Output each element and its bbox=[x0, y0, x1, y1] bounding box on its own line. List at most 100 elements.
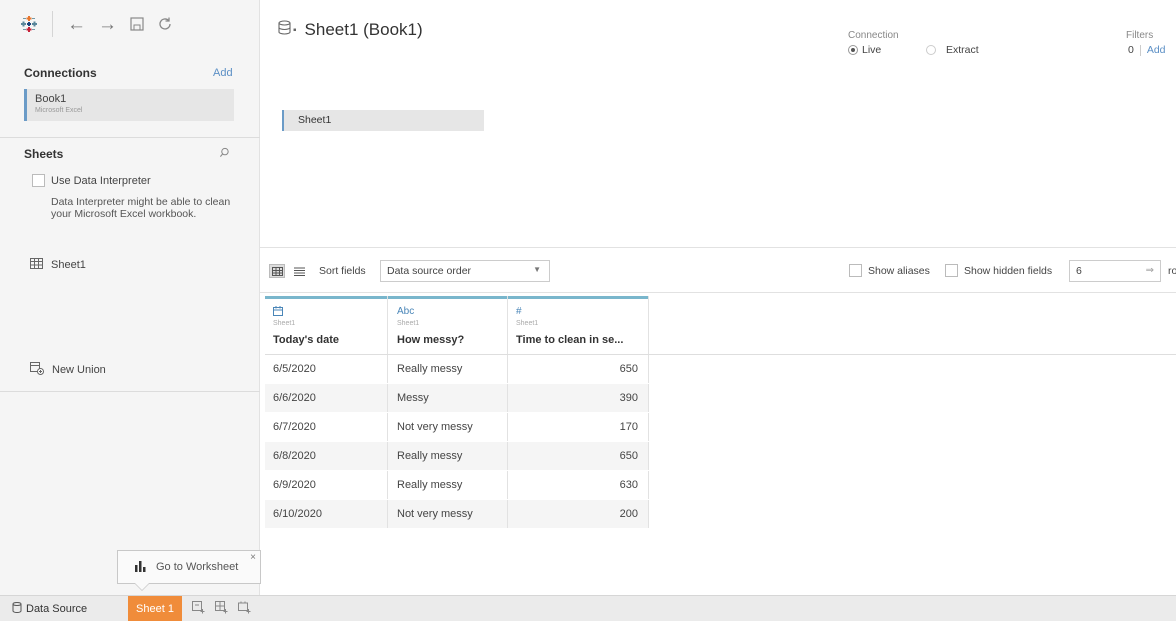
column-source: Sheet1 bbox=[516, 320, 539, 327]
table-cell[interactable]: 200 bbox=[508, 500, 649, 528]
toolbar-separator bbox=[52, 11, 53, 37]
table-cell[interactable]: 170 bbox=[508, 413, 649, 441]
tableau-logo-icon[interactable] bbox=[20, 15, 38, 33]
grid-view-button[interactable] bbox=[269, 264, 285, 278]
data-source-title[interactable]: ▪ Sheet1 (Book1) bbox=[278, 20, 423, 40]
table-cell[interactable]: Really messy bbox=[388, 355, 508, 383]
number-type-icon[interactable]: # bbox=[516, 306, 522, 317]
column-header-bar bbox=[265, 296, 387, 299]
top-toolbar: ← → bbox=[0, 0, 260, 48]
close-icon[interactable]: × bbox=[250, 552, 256, 563]
table-cell[interactable]: 390 bbox=[508, 384, 649, 412]
refresh-icon[interactable] bbox=[157, 16, 173, 32]
table-cell[interactable]: Not very messy bbox=[388, 500, 508, 528]
back-arrow-icon[interactable]: ← bbox=[67, 15, 86, 34]
table-cell[interactable]: Really messy bbox=[388, 471, 508, 499]
connection-type: Microsoft Excel bbox=[35, 107, 83, 114]
connection-label: Connection bbox=[848, 30, 899, 41]
data-interpreter-checkbox[interactable] bbox=[32, 174, 45, 187]
table-row: 6/6/2020 Messy 390 bbox=[265, 384, 649, 412]
table-icon bbox=[30, 258, 43, 272]
show-aliases-checkbox[interactable] bbox=[849, 264, 862, 277]
live-label: Live bbox=[862, 44, 882, 56]
save-icon[interactable] bbox=[129, 16, 145, 32]
sheet-list-item-sheet1[interactable]: Sheet1 bbox=[30, 258, 86, 272]
column-name: Time to clean in se... bbox=[516, 334, 624, 346]
filters-value: 0 Add bbox=[1128, 44, 1166, 56]
radio-selected-icon bbox=[848, 45, 858, 55]
search-sheets-icon[interactable] bbox=[219, 147, 230, 161]
database-icon bbox=[278, 20, 291, 40]
sort-fields-value: Data source order bbox=[387, 265, 472, 277]
table-cell[interactable]: 650 bbox=[508, 442, 649, 470]
arrow-right-icon[interactable]: ⇒ bbox=[1146, 265, 1154, 276]
column-name: How messy? bbox=[397, 334, 465, 346]
calendar-icon[interactable] bbox=[273, 306, 283, 319]
table-cell[interactable]: 6/6/2020 bbox=[265, 384, 388, 412]
column-header-time-to-clean[interactable]: # Sheet1 Time to clean in se... bbox=[508, 296, 649, 354]
sort-fields-select[interactable]: Data source order ▼ bbox=[380, 260, 550, 282]
column-name: Today's date bbox=[273, 334, 339, 346]
table-cell[interactable]: 630 bbox=[508, 471, 649, 499]
sheets-heading: Sheets bbox=[24, 147, 64, 161]
filters-count: 0 bbox=[1128, 44, 1134, 56]
new-dashboard-icon[interactable] bbox=[215, 601, 228, 617]
column-header-bar bbox=[388, 296, 507, 299]
column-source: Sheet1 bbox=[397, 320, 420, 327]
canvas-sheet-sheet1[interactable]: Sheet1 bbox=[282, 110, 484, 131]
table-cell[interactable]: 6/8/2020 bbox=[265, 442, 388, 470]
tab-data-source-label: Data Source bbox=[26, 603, 88, 615]
abc-type-icon[interactable]: Abc bbox=[397, 306, 414, 317]
forward-arrow-icon[interactable]: → bbox=[98, 15, 117, 34]
connection-name: Book1 bbox=[35, 93, 67, 105]
tab-sheet1[interactable]: Sheet 1 bbox=[128, 596, 182, 621]
column-source: Sheet1 bbox=[273, 320, 296, 327]
sort-fields-label: Sort fields bbox=[319, 265, 366, 277]
rows-input[interactable]: 6 ⇒ bbox=[1069, 260, 1161, 282]
table-cell[interactable]: Messy bbox=[388, 384, 508, 412]
table-cell[interactable]: 6/9/2020 bbox=[265, 471, 388, 499]
tab-data-source[interactable]: Data Source bbox=[12, 602, 87, 616]
grid-toolbar: Sort fields Data source order ▼ Show ali… bbox=[260, 247, 1176, 293]
tooltip-text: Go to Worksheet bbox=[156, 561, 239, 573]
chevron-down-icon[interactable]: ▪ bbox=[293, 25, 297, 36]
live-radio[interactable]: Live bbox=[848, 44, 881, 56]
page-title: Sheet1 (Book1) bbox=[304, 20, 423, 39]
radio-unselected-icon bbox=[926, 45, 936, 55]
rows-label: rows bbox=[1168, 265, 1176, 277]
table-cell[interactable]: Not very messy bbox=[388, 413, 508, 441]
sheet-list-item-label: Sheet1 bbox=[51, 259, 86, 271]
connections-heading: Connections bbox=[24, 66, 97, 80]
column-header-bar bbox=[508, 296, 648, 299]
column-header-how-messy[interactable]: Abc Sheet1 How messy? bbox=[388, 296, 508, 354]
filters-divider bbox=[1139, 44, 1141, 56]
table-cell[interactable]: 6/7/2020 bbox=[265, 413, 388, 441]
left-panel: ← → Connections Add Book1 Microsoft Exce… bbox=[0, 0, 260, 595]
table-row: 6/10/2020 Not very messy 200 bbox=[265, 500, 649, 528]
table-cell[interactable]: 6/10/2020 bbox=[265, 500, 388, 528]
extract-label: Extract bbox=[946, 44, 979, 56]
show-hidden-fields-checkbox[interactable] bbox=[945, 264, 958, 277]
show-hidden-fields-label: Show hidden fields bbox=[964, 265, 1053, 277]
connection-item-book1[interactable]: Book1 Microsoft Excel bbox=[24, 89, 234, 121]
divider bbox=[0, 391, 260, 392]
add-filter-link[interactable]: Add bbox=[1147, 44, 1166, 56]
data-interpreter-label: Use Data Interpreter bbox=[51, 175, 151, 187]
new-worksheet-icon[interactable] bbox=[192, 601, 205, 617]
new-union-label: New Union bbox=[52, 364, 106, 376]
list-view-button[interactable] bbox=[291, 264, 307, 278]
new-story-icon[interactable] bbox=[238, 601, 251, 617]
go-to-worksheet-tooltip[interactable]: Go to Worksheet × bbox=[117, 550, 261, 591]
table-cell[interactable]: 650 bbox=[508, 355, 649, 383]
new-union-item[interactable]: New Union bbox=[30, 362, 106, 378]
add-connection-link[interactable]: Add bbox=[213, 67, 233, 79]
extract-radio[interactable]: Extract bbox=[926, 44, 979, 56]
column-header-todays-date[interactable]: Sheet1 Today's date bbox=[265, 296, 388, 354]
bottom-tab-bar: Data Source Sheet 1 bbox=[0, 595, 1176, 621]
table-cell[interactable]: Really messy bbox=[388, 442, 508, 470]
tooltip-arrow-inner bbox=[135, 583, 149, 590]
table-cell[interactable]: 6/5/2020 bbox=[265, 355, 388, 383]
table-row: 6/7/2020 Not very messy 170 bbox=[265, 413, 649, 441]
database-icon bbox=[12, 602, 22, 616]
data-interpreter-description: Data Interpreter might be able to clean … bbox=[51, 196, 231, 220]
